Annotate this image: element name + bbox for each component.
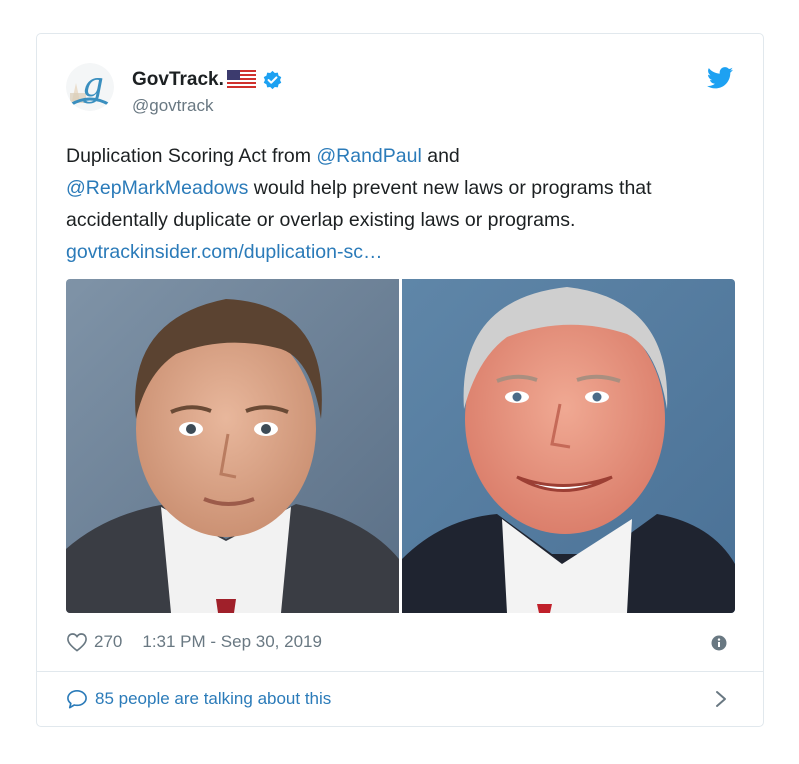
tweet-text-intro: Duplication Scoring Act from <box>66 145 317 167</box>
conversation-link[interactable]: 85 people are talking about this <box>66 686 331 712</box>
tweet-text-and: and <box>421 145 460 167</box>
chevron-right-icon[interactable] <box>715 690 727 708</box>
tweet-text: Duplication Scoring Act from @RandPaul a… <box>66 140 736 268</box>
author-row: GovTrack. <box>132 67 283 93</box>
tweet-meta: 270 1:31 PM - Sep 30, 2019 <box>66 629 322 655</box>
timestamp[interactable]: 1:31 PM - Sep 30, 2019 <box>142 632 322 652</box>
divider <box>37 671 763 672</box>
heart-icon[interactable] <box>66 632 88 652</box>
article-link[interactable]: govtrackinsider.com/duplication-sc… <box>66 241 382 263</box>
like-count[interactable]: 270 <box>94 632 122 652</box>
info-icon[interactable] <box>711 635 727 651</box>
author-handle[interactable]: @govtrack <box>132 96 214 116</box>
media-grid[interactable] <box>66 279 735 613</box>
speech-bubble-icon <box>66 689 88 709</box>
tweet-card[interactable]: g GovTrack. @govtrack Duplication Scorin… <box>36 33 764 727</box>
photo-rand-paul[interactable] <box>66 279 399 613</box>
mention-repmarkmeadows[interactable]: @RepMarkMeadows <box>66 177 248 199</box>
twitter-bird-icon[interactable] <box>707 67 733 89</box>
author-name[interactable]: GovTrack. <box>132 69 224 91</box>
talking-count[interactable]: 85 people are talking about this <box>95 689 331 709</box>
photo-mark-meadows[interactable] <box>402 279 735 613</box>
mention-randpaul[interactable]: @RandPaul <box>316 145 421 167</box>
us-flag-icon <box>226 70 256 90</box>
verified-badge-icon <box>262 70 283 91</box>
avatar[interactable]: g <box>66 63 114 111</box>
